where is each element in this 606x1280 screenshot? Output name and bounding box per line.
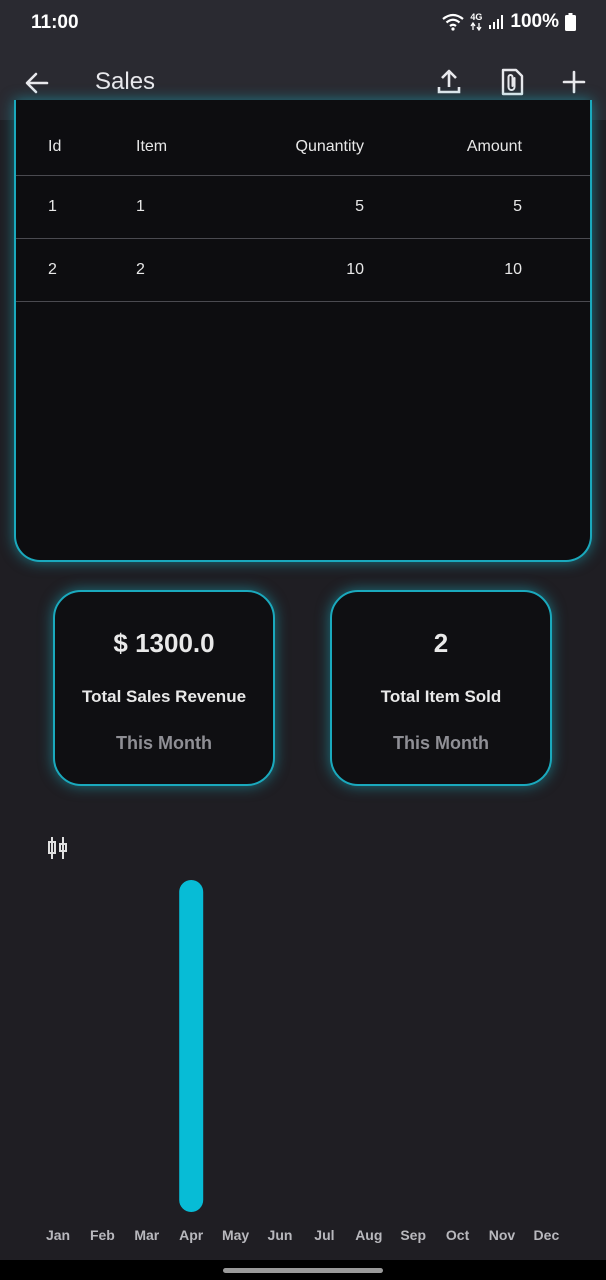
battery-percent: 100% xyxy=(510,11,559,32)
cell-amount: 5 xyxy=(513,198,522,215)
add-icon[interactable] xyxy=(560,68,588,96)
page-title: Sales xyxy=(95,68,156,95)
table-row[interactable]: 1 1 5 5 xyxy=(16,176,590,239)
home-handle[interactable] xyxy=(223,1268,383,1273)
upload-icon[interactable] xyxy=(435,68,463,96)
x-tick-label: Aug xyxy=(355,1227,382,1243)
battery-icon xyxy=(565,13,576,31)
status-bar: 11:00 4G 100% xyxy=(0,0,606,44)
bar-apr[interactable] xyxy=(179,880,204,1212)
status-time: 11:00 xyxy=(31,12,79,33)
x-tick-label: Apr xyxy=(179,1227,204,1243)
candlestick-chart-icon[interactable] xyxy=(47,836,69,860)
x-tick-label: Nov xyxy=(489,1227,516,1243)
cell-id: 2 xyxy=(48,261,57,278)
column-header-quantity[interactable]: Qunantity xyxy=(296,138,364,156)
items-sold-card[interactable]: 2 Total Item Sold This Month xyxy=(330,590,552,786)
cell-item: 1 xyxy=(136,198,145,215)
x-tick-label: Oct xyxy=(446,1227,470,1243)
system-nav-bar xyxy=(0,1260,606,1280)
column-header-item[interactable]: Item xyxy=(136,138,167,156)
column-header-id[interactable]: Id xyxy=(48,138,61,156)
revenue-label: Total Sales Revenue xyxy=(81,687,247,706)
cell-quantity: 10 xyxy=(346,261,364,278)
cell-id: 1 xyxy=(48,198,57,215)
monthly-sales-chart: Jan Feb Mar Apr May Jun Jul Aug Sep Oct Nov Dec xyxy=(46,880,560,1243)
column-header-amount[interactable]: Amount xyxy=(467,138,522,156)
x-tick-label: Dec xyxy=(534,1227,560,1243)
x-tick-label: Jun xyxy=(268,1227,293,1243)
x-tick-label: Jul xyxy=(314,1227,334,1243)
x-tick-label: Jan xyxy=(46,1227,70,1243)
x-tick-label: Feb xyxy=(90,1227,115,1243)
back-arrow-icon[interactable] xyxy=(24,70,50,96)
status-icons: 4G 100% xyxy=(442,10,576,34)
attachment-icon[interactable] xyxy=(498,68,526,96)
items-sold-value: 2 xyxy=(433,628,449,658)
revenue-card[interactable]: $ 1300.0 Total Sales Revenue This Month xyxy=(53,590,275,786)
cell-quantity: 5 xyxy=(355,198,364,215)
revenue-value: $ 1300.0 xyxy=(113,628,215,658)
x-tick-label: May xyxy=(222,1227,249,1243)
items-sold-period: This Month xyxy=(393,733,489,753)
table-row[interactable]: 2 2 10 10 xyxy=(16,239,590,302)
network-type: 4G xyxy=(470,12,483,22)
cell-amount: 10 xyxy=(504,261,522,278)
x-tick-label: Sep xyxy=(400,1227,426,1243)
signal-icon xyxy=(489,15,504,29)
wifi-icon xyxy=(442,13,465,31)
x-tick-label: Mar xyxy=(134,1227,159,1243)
revenue-period: This Month xyxy=(116,733,212,753)
sales-table-card: Id Item Qunantity Amount 1 1 5 5 2 2 10 … xyxy=(14,100,592,562)
cell-item: 2 xyxy=(136,261,145,278)
data-arrows-icon xyxy=(470,22,482,31)
table-header-row: Id Item Qunantity Amount xyxy=(16,116,590,176)
items-sold-label: Total Item Sold xyxy=(380,687,502,706)
